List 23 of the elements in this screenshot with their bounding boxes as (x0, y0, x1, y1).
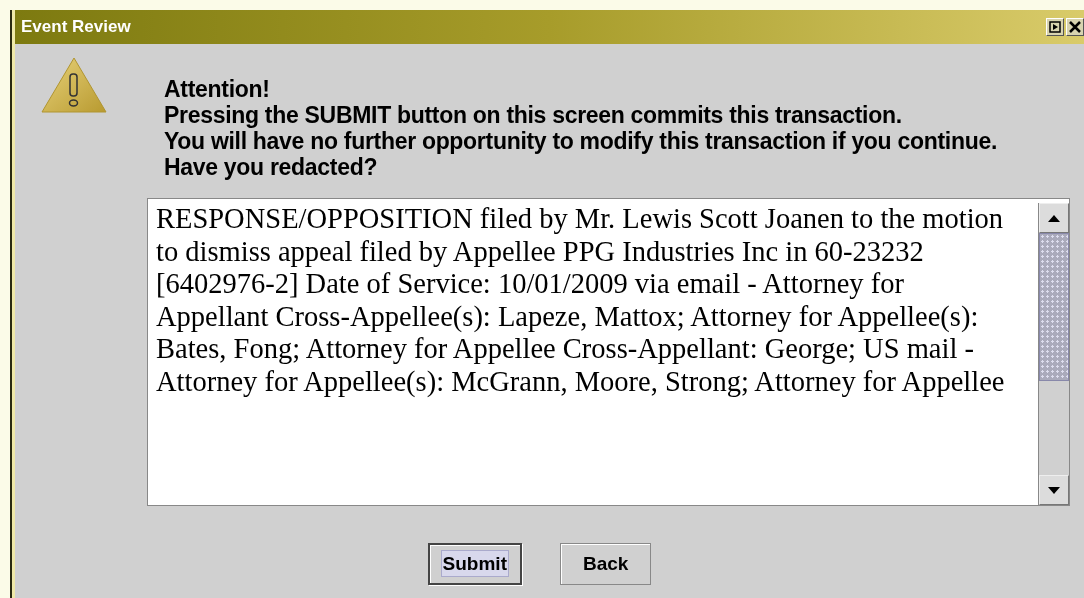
text-line: [6402976-2] Date of Service: 10/01/2009 via email - Attorney for (156, 268, 905, 301)
message-text: Attention! (164, 76, 271, 102)
up-arrow-icon (1048, 214, 1060, 222)
text-line: to dismiss appeal filed by Appellee PPG Industries Inc in 60-23232 (156, 235, 925, 269)
text-area[interactable] (147, 198, 1070, 506)
scrollbar[interactable] (1038, 203, 1069, 505)
message-text: You will have no further opportunity to modify this transaction if you continue. (164, 128, 997, 154)
scroll-down-button[interactable] (1039, 475, 1069, 505)
back-button[interactable]: Back (560, 543, 652, 585)
close-button[interactable] (1066, 18, 1084, 36)
message-text: Have you redacted? (164, 154, 379, 180)
text-line: Attorney for Appellee(s): McGrann, Moore, Strong; Attorney for Appellee (156, 365, 1006, 399)
warning-icon (40, 56, 108, 114)
message-text: Pressing the SUBMIT button on this screen commits this transaction. (164, 102, 903, 128)
detach-button[interactable] (1046, 18, 1064, 36)
text-line: RESPONSE/OPPOSITION filed by Mr. Lewis Scott Joanen to the motion (156, 203, 1005, 236)
window-title: Event Review (21, 17, 131, 37)
text-line: Appellant Cross-Appellee(s): Lapeze, Mattox; Attorney for Appellee(s): (156, 300, 980, 334)
scroll-thumb[interactable] (1039, 233, 1069, 381)
scroll-up-button[interactable] (1039, 203, 1069, 233)
down-arrow-icon (1048, 486, 1060, 494)
submit-button[interactable]: Submit (427, 543, 522, 585)
text-line: Bates, Fong; Attorney for Appellee Cross-Appellant: George; US mail - (156, 333, 975, 366)
